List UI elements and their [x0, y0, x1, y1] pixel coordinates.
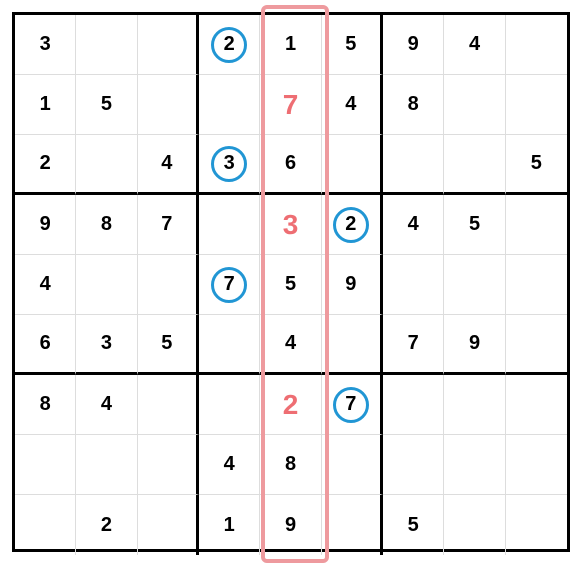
- sudoku-cell[interactable]: [322, 135, 383, 195]
- sudoku-cell[interactable]: [138, 255, 199, 315]
- sudoku-cell[interactable]: [506, 255, 567, 315]
- sudoku-row: 2 436 5: [15, 135, 567, 195]
- sudoku-cell[interactable]: [199, 195, 260, 255]
- sudoku-cell[interactable]: 1: [15, 75, 76, 135]
- sudoku-cell[interactable]: [383, 375, 444, 435]
- sudoku-cell[interactable]: [138, 495, 199, 555]
- sudoku-cell[interactable]: [138, 15, 199, 75]
- sudoku-cell[interactable]: 8: [15, 375, 76, 435]
- sudoku-cell[interactable]: [444, 495, 505, 555]
- sudoku-cell[interactable]: [15, 495, 76, 555]
- sudoku-cell[interactable]: [383, 435, 444, 495]
- sudoku-cell[interactable]: 3: [199, 135, 260, 195]
- sudoku-cell[interactable]: [444, 75, 505, 135]
- sudoku-cell[interactable]: 4: [444, 15, 505, 75]
- sudoku-cell[interactable]: [199, 75, 260, 135]
- sudoku-cell[interactable]: 7: [138, 195, 199, 255]
- sudoku-cell[interactable]: 6: [260, 135, 321, 195]
- sudoku-cell[interactable]: 3: [15, 15, 76, 75]
- sudoku-cell[interactable]: [383, 255, 444, 315]
- sudoku-cell[interactable]: [506, 75, 567, 135]
- sudoku-cell[interactable]: 2: [76, 495, 137, 555]
- sudoku-cell[interactable]: [322, 495, 383, 555]
- sudoku-row: 987 3245: [15, 195, 567, 255]
- sudoku-cell[interactable]: [506, 495, 567, 555]
- sudoku-row: 4 759: [15, 255, 567, 315]
- sudoku-cell[interactable]: 1: [199, 495, 260, 555]
- sudoku-cell[interactable]: 4: [15, 255, 76, 315]
- sudoku-cell[interactable]: 5: [260, 255, 321, 315]
- sudoku-cell[interactable]: [444, 255, 505, 315]
- sudoku-row: 2 19 5: [15, 495, 567, 555]
- sudoku-cell[interactable]: [322, 315, 383, 375]
- sudoku-cell[interactable]: [199, 315, 260, 375]
- sudoku-cell[interactable]: 5: [506, 135, 567, 195]
- sudoku-cell[interactable]: 1: [260, 15, 321, 75]
- sudoku-cell[interactable]: [322, 435, 383, 495]
- sudoku-cell[interactable]: [15, 435, 76, 495]
- sudoku-cell[interactable]: 4: [199, 435, 260, 495]
- sudoku-cell[interactable]: [506, 315, 567, 375]
- sudoku-cell[interactable]: 9: [15, 195, 76, 255]
- sudoku-cell[interactable]: 8: [76, 195, 137, 255]
- sudoku-cell[interactable]: [76, 255, 137, 315]
- sudoku-row: 15 748: [15, 75, 567, 135]
- sudoku-row: 635 4 79: [15, 315, 567, 375]
- sudoku-cell[interactable]: 4: [76, 375, 137, 435]
- sudoku-cell[interactable]: 4: [383, 195, 444, 255]
- sudoku-cell[interactable]: 4: [322, 75, 383, 135]
- sudoku-cell[interactable]: [76, 435, 137, 495]
- sudoku-board: 3215941574824365987324547596354798427482…: [12, 12, 570, 552]
- sudoku-cell[interactable]: [138, 75, 199, 135]
- sudoku-cell[interactable]: [76, 15, 137, 75]
- sudoku-cell[interactable]: 9: [322, 255, 383, 315]
- sudoku-cell[interactable]: 7: [322, 375, 383, 435]
- sudoku-cell[interactable]: 6: [15, 315, 76, 375]
- sudoku-cell[interactable]: 2: [15, 135, 76, 195]
- sudoku-row: 84 27: [15, 375, 567, 435]
- sudoku-cell[interactable]: 3: [260, 195, 321, 255]
- sudoku-cell[interactable]: [444, 435, 505, 495]
- sudoku-cell[interactable]: 8: [260, 435, 321, 495]
- sudoku-cell[interactable]: [383, 135, 444, 195]
- sudoku-cell[interactable]: 3: [76, 315, 137, 375]
- sudoku-cell[interactable]: 5: [76, 75, 137, 135]
- sudoku-cell[interactable]: 7: [199, 255, 260, 315]
- sudoku-cell[interactable]: [138, 375, 199, 435]
- sudoku-cell[interactable]: 9: [260, 495, 321, 555]
- sudoku-cell[interactable]: [138, 435, 199, 495]
- sudoku-cell[interactable]: 4: [138, 135, 199, 195]
- sudoku-cell[interactable]: 5: [444, 195, 505, 255]
- sudoku-row: 48: [15, 435, 567, 495]
- sudoku-cell[interactable]: 2: [199, 15, 260, 75]
- sudoku-cell[interactable]: 4: [260, 315, 321, 375]
- sudoku-cell[interactable]: 8: [383, 75, 444, 135]
- sudoku-cell[interactable]: 5: [383, 495, 444, 555]
- sudoku-cell[interactable]: [444, 375, 505, 435]
- sudoku-cell[interactable]: [76, 135, 137, 195]
- sudoku-cell[interactable]: [506, 435, 567, 495]
- sudoku-cell[interactable]: [506, 375, 567, 435]
- sudoku-cell[interactable]: 9: [444, 315, 505, 375]
- sudoku-cell[interactable]: 7: [383, 315, 444, 375]
- sudoku-cell[interactable]: [506, 195, 567, 255]
- sudoku-row: 3 21594: [15, 15, 567, 75]
- sudoku-cell[interactable]: [506, 15, 567, 75]
- sudoku-cell[interactable]: 5: [138, 315, 199, 375]
- sudoku-cell[interactable]: [444, 135, 505, 195]
- sudoku-cell[interactable]: 2: [322, 195, 383, 255]
- sudoku-cell[interactable]: 7: [260, 75, 321, 135]
- sudoku-cell[interactable]: 5: [322, 15, 383, 75]
- sudoku-cell[interactable]: 9: [383, 15, 444, 75]
- sudoku-cell[interactable]: 2: [260, 375, 321, 435]
- sudoku-cell[interactable]: [199, 375, 260, 435]
